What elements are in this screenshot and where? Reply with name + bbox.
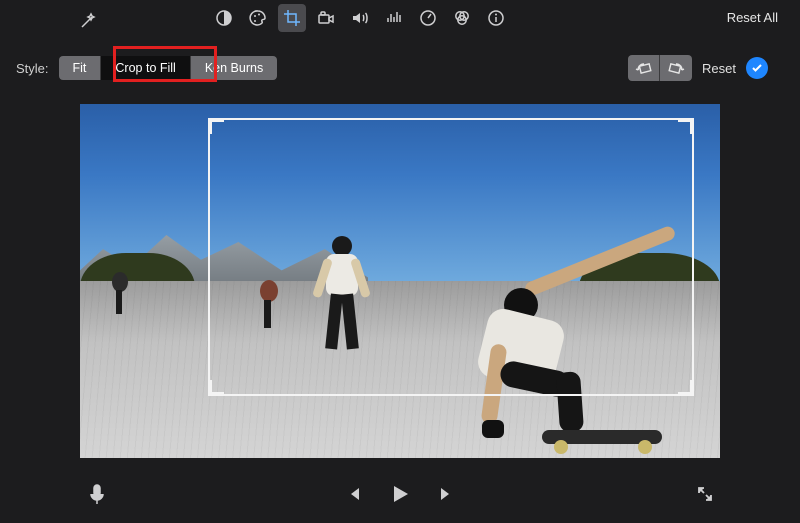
playback-controls: [0, 476, 800, 516]
crop-icon[interactable]: [278, 4, 306, 32]
rotate-ccw-button[interactable]: [628, 55, 660, 81]
equalizer-icon[interactable]: [380, 4, 408, 32]
style-label: Style:: [16, 61, 49, 76]
color-palette-icon[interactable]: [244, 4, 272, 32]
camera-icon[interactable]: [312, 4, 340, 32]
rotate-cw-button[interactable]: [660, 55, 692, 81]
crop-style-row: Style: Fit Crop to Fill Ken Burns Reset: [16, 50, 784, 86]
reset-button[interactable]: Reset: [702, 61, 736, 76]
reset-all-button[interactable]: Reset All: [727, 10, 778, 25]
speed-dial-icon[interactable]: [414, 4, 442, 32]
crop-handle-top-right[interactable]: [678, 118, 694, 134]
color-filter-icon[interactable]: [448, 4, 476, 32]
crop-rectangle[interactable]: [208, 118, 694, 396]
voiceover-mic-icon[interactable]: [88, 483, 106, 510]
style-option-ken-burns[interactable]: Ken Burns: [191, 56, 277, 81]
color-balance-icon[interactable]: [210, 4, 238, 32]
crop-handle-bottom-left[interactable]: [208, 380, 224, 396]
style-segmented-control: Fit Crop to Fill Ken Burns: [59, 56, 278, 81]
fullscreen-icon[interactable]: [696, 485, 714, 508]
style-option-crop-to-fill[interactable]: Crop to Fill: [101, 56, 190, 81]
top-toolbar: Reset All: [0, 0, 800, 38]
volume-icon[interactable]: [346, 4, 374, 32]
rotate-segmented-control: [628, 55, 692, 81]
crop-handle-top-left[interactable]: [208, 118, 224, 134]
magic-wand-icon[interactable]: [74, 7, 102, 35]
video-preview[interactable]: [80, 104, 720, 458]
info-icon[interactable]: [482, 4, 510, 32]
style-option-fit[interactable]: Fit: [59, 56, 102, 81]
previous-frame-button[interactable]: [344, 485, 362, 508]
crop-handle-bottom-right[interactable]: [678, 380, 694, 396]
play-button[interactable]: [388, 482, 412, 511]
apply-checkmark-button[interactable]: [746, 57, 768, 79]
preview-skater: [102, 264, 142, 324]
next-frame-button[interactable]: [438, 485, 456, 508]
